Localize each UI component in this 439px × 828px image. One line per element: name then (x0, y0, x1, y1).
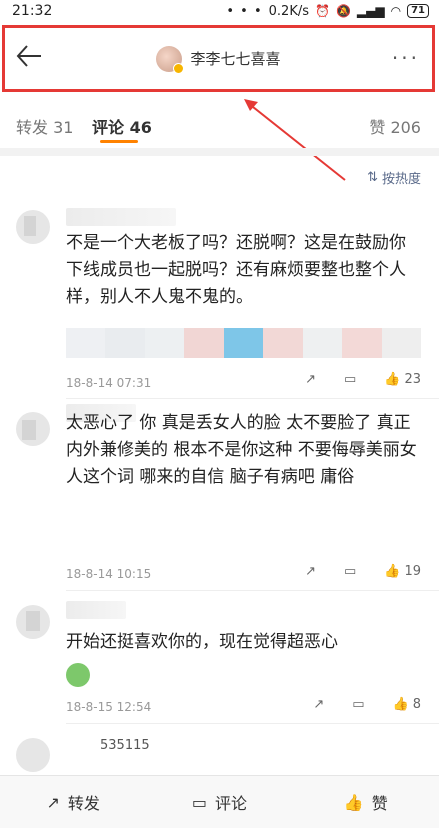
comment-text: 太恶心了 你 真是丢女人的脸 太不要脸了 真正内外兼修美的 根本不是你这种 不要… (66, 413, 417, 487)
status-icons: • • • 0.2K/s ⏰ 🔕 ▂▄▆ ◠ 71 (226, 4, 429, 19)
status-time: 21:32 (12, 3, 53, 19)
comment-label: 评论 (215, 794, 248, 813)
divider (0, 148, 439, 156)
commenter-name[interactable] (66, 208, 176, 226)
comment-time: 18-8-14 10:15 (66, 567, 152, 581)
share-icon[interactable]: ↗ (305, 564, 316, 579)
thumbs-up-icon: 👍 (392, 697, 409, 712)
battery-icon: 71 (407, 4, 429, 18)
like-button[interactable]: 👍 赞 (293, 790, 439, 814)
comment-divider (66, 723, 439, 724)
like-button[interactable]: 👍 19 (384, 564, 421, 579)
mute-icon: 🔕 (335, 4, 351, 18)
avatar (156, 45, 185, 74)
like-count: 23 (404, 372, 421, 387)
network-speed: 0.2K/s (268, 3, 309, 19)
like-button[interactable]: 👍 23 (384, 372, 421, 387)
thumbs-up-icon: 👍 (343, 792, 364, 812)
reply-icon[interactable]: ▭ (344, 564, 356, 579)
comment-button[interactable]: ▭ 评论 (146, 790, 292, 814)
verified-badge-icon (173, 62, 185, 74)
avatar[interactable] (16, 210, 50, 244)
sort-icon: ⇅ (367, 170, 378, 185)
sort-toggle[interactable]: ⇅ 按热度 (367, 168, 421, 187)
more-options-icon[interactable]: ··· (392, 46, 420, 70)
comment-icon: ▭ (191, 792, 208, 812)
comment-time: 18-8-14 07:31 (66, 376, 152, 390)
comment-time: 18-8-15 12:54 (66, 700, 152, 714)
reply-icon[interactable]: ▭ (344, 372, 356, 387)
alarm-icon: ⏰ (315, 4, 330, 18)
tab-repost[interactable]: 转发 31 (16, 114, 73, 138)
repost-label: 转发 (67, 794, 100, 813)
share-icon: ↗ (46, 792, 60, 812)
status-dots: • • • (226, 3, 263, 19)
comment-actions: ↗ ▭ 👍 8 (313, 697, 421, 712)
commenter-name[interactable] (66, 601, 126, 619)
thumbs-up-icon: 👍 (384, 564, 401, 579)
like-label: 赞 (371, 794, 388, 813)
image-strip (66, 328, 421, 358)
avatar[interactable] (16, 605, 50, 639)
bottom-action-bar: ↗ 转发 ▭ 评论 👍 赞 (0, 775, 439, 828)
tab-likes[interactable]: 赞 206 (369, 114, 421, 138)
comment-text: 不是一个大老板了吗？还脱啊？这是在鼓励你下线成员也一起脱吗？还有麻烦要整也整个人… (66, 233, 406, 307)
avatar[interactable] (16, 738, 50, 772)
comment-actions: ↗ ▭ 👍 19 (305, 564, 421, 579)
page-title: 李李七七喜喜 (190, 50, 281, 68)
status-bar: 21:32 • • • 0.2K/s ⏰ 🔕 ▂▄▆ ◠ 71 (0, 0, 439, 22)
share-icon[interactable]: ↗ (305, 372, 316, 387)
avatar[interactable] (16, 412, 50, 446)
title-box[interactable]: 李李七七喜喜 (156, 45, 281, 74)
top-nav-bar: 李李七七喜喜 ··· (2, 25, 435, 92)
tabs: 转发 31 评论 46 赞 206 (0, 108, 439, 148)
reply-icon[interactable]: ▭ (352, 697, 364, 712)
thumbs-up-icon: 👍 (384, 372, 401, 387)
like-button[interactable]: 👍 8 (393, 697, 421, 712)
wifi-icon: ◠ (390, 4, 402, 18)
signal-icon: ▂▄▆ (356, 4, 385, 18)
repost-button[interactable]: ↗ 转发 (0, 790, 146, 814)
comment-divider (66, 398, 439, 399)
commenter-name-partial: 535115 (100, 738, 150, 753)
tab-comments[interactable]: 评论 46 (92, 114, 152, 138)
active-tab-indicator (100, 140, 138, 143)
sick-face-emoji-icon (66, 663, 90, 687)
comment-divider (66, 590, 439, 591)
like-count: 19 (404, 564, 421, 579)
share-icon[interactable]: ↗ (313, 697, 324, 712)
comment-actions: ↗ ▭ 👍 23 (305, 372, 421, 387)
back-arrow-icon[interactable] (15, 42, 43, 70)
like-count: 8 (412, 697, 421, 712)
sort-label: 按热度 (381, 172, 421, 187)
comment-text: 开始还挺喜欢你的，现在觉得超恶心 (66, 632, 338, 652)
